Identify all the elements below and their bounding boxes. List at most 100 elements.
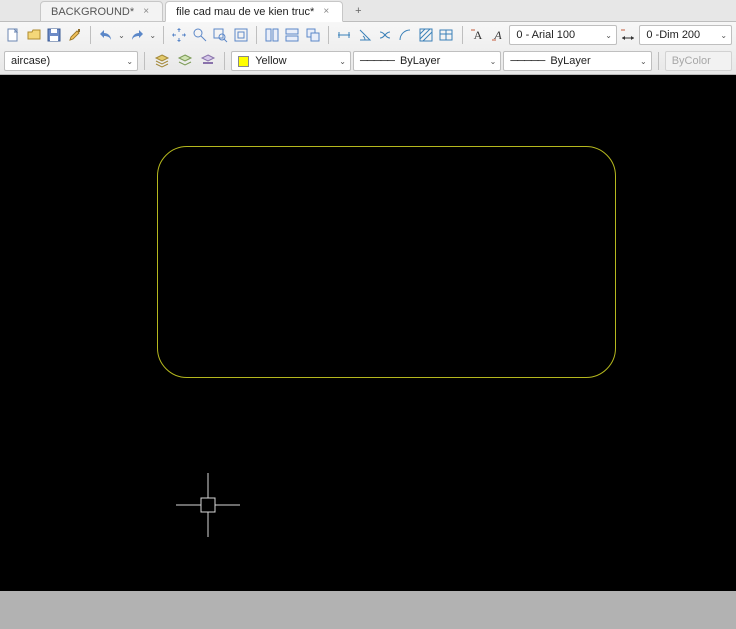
layer-state-button[interactable]	[197, 51, 218, 71]
color-swatch	[238, 56, 249, 67]
text-style-combo[interactable]: 0 - Arial 100 ⌄	[509, 25, 617, 45]
dim-angular-icon	[357, 27, 373, 43]
chevron-down-icon: ⌄	[720, 31, 727, 40]
dim-linear-icon	[336, 27, 352, 43]
redo-button[interactable]	[128, 25, 146, 45]
dimension-icon	[620, 27, 636, 43]
tile-vert-icon	[264, 27, 280, 43]
separator	[224, 52, 225, 70]
chevron-down-icon: ⌄	[605, 31, 612, 40]
swap-icon	[377, 27, 393, 43]
color-combo[interactable]: Yellow ⌄	[231, 51, 351, 71]
tab-label: BACKGROUND*	[51, 6, 134, 18]
new-icon	[5, 27, 21, 43]
table-icon	[438, 27, 454, 43]
combo-value: 0 -Dim 200	[646, 29, 700, 41]
layers-icon	[154, 53, 170, 69]
text-style-a-button[interactable]: A	[468, 25, 486, 45]
save-icon	[46, 27, 62, 43]
arc-icon	[397, 27, 413, 43]
layer-iso-icon	[177, 53, 193, 69]
zoom-icon	[192, 27, 208, 43]
brush-icon	[67, 27, 83, 43]
table-button[interactable]	[437, 25, 455, 45]
line-icon: ─────	[510, 55, 544, 67]
rounded-rectangle-shape	[157, 146, 616, 378]
close-icon[interactable]: ×	[140, 6, 152, 17]
undo-button[interactable]	[97, 25, 115, 45]
drawing-canvas[interactable]	[0, 75, 736, 591]
save-button[interactable]	[45, 25, 63, 45]
tab-filecad[interactable]: file cad mau de ve kien truc* ×	[165, 1, 343, 22]
toolbar-row-1: ⌄ ⌄	[0, 22, 736, 48]
dimangular-button[interactable]	[355, 25, 373, 45]
separator	[90, 26, 91, 44]
combo-value: ByColor	[672, 55, 711, 67]
separator	[462, 26, 463, 44]
undo-icon	[98, 27, 114, 43]
cascade-icon	[305, 27, 321, 43]
text-a-icon: A	[470, 27, 486, 43]
combo-value: ByLayer	[400, 55, 440, 67]
brush-button[interactable]	[65, 25, 83, 45]
pan-icon	[171, 27, 187, 43]
toolbar-row-2: aircase) ⌄ Yellow	[0, 48, 736, 74]
hatch-button[interactable]	[417, 25, 435, 45]
combo-value: ByLayer	[550, 55, 590, 67]
plotstyle-combo: ByColor	[665, 51, 732, 71]
dimension-style-button[interactable]	[619, 25, 637, 45]
status-strip	[0, 591, 736, 629]
zoom-extents-icon	[233, 27, 249, 43]
tab-background[interactable]: BACKGROUND* ×	[40, 1, 163, 22]
linetype-combo[interactable]: ───── ByLayer ⌄	[353, 51, 501, 71]
hatch-icon	[418, 27, 434, 43]
document-tabbar: BACKGROUND* × file cad mau de ve kien tr…	[0, 0, 736, 22]
text-a2-icon: A	[490, 27, 506, 43]
zoom-window-button[interactable]	[211, 25, 229, 45]
separator	[163, 26, 164, 44]
cursor-crosshair	[176, 473, 240, 537]
tile-horiz-icon	[284, 27, 300, 43]
chevron-down-icon: ⌄	[339, 57, 346, 66]
layer-combo[interactable]: aircase) ⌄	[4, 51, 138, 71]
tile-horiz-button[interactable]	[283, 25, 301, 45]
open-button[interactable]	[24, 25, 42, 45]
separator	[144, 52, 145, 70]
redo-more-button[interactable]: ⌄	[148, 25, 157, 45]
text-style-a2-button[interactable]: A	[489, 25, 507, 45]
chevron-down-icon: ⌄	[118, 31, 125, 40]
close-icon[interactable]: ×	[320, 6, 332, 17]
dimlinear-button[interactable]	[335, 25, 353, 45]
swap-button[interactable]	[376, 25, 394, 45]
layer-iso-button[interactable]	[174, 51, 195, 71]
new-tab-button[interactable]: +	[345, 0, 371, 21]
redo-icon	[129, 27, 145, 43]
svg-text:A: A	[473, 28, 482, 42]
zoom-button[interactable]	[190, 25, 208, 45]
chevron-down-icon: ⌄	[490, 57, 497, 66]
tile-vert-button[interactable]	[263, 25, 281, 45]
layer-state-icon	[200, 53, 216, 69]
undo-more-button[interactable]: ⌄	[117, 25, 126, 45]
layer-manager-button[interactable]	[151, 51, 172, 71]
cascade-button[interactable]	[304, 25, 322, 45]
lineweight-combo[interactable]: ───── ByLayer ⌄	[503, 51, 651, 71]
new-button[interactable]	[4, 25, 22, 45]
pan-button[interactable]	[170, 25, 188, 45]
line-icon: ─────	[360, 55, 394, 67]
chevron-down-icon: ⌄	[149, 31, 156, 40]
combo-value: aircase)	[11, 55, 50, 67]
combo-value: Yellow	[255, 55, 286, 67]
toolbars: ⌄ ⌄	[0, 22, 736, 75]
zoom-extents-button[interactable]	[231, 25, 249, 45]
separator	[658, 52, 659, 70]
chevron-down-icon: ⌄	[640, 57, 647, 66]
separator	[256, 26, 257, 44]
zoom-window-icon	[212, 27, 228, 43]
dim-style-combo[interactable]: 0 -Dim 200 ⌄	[639, 25, 732, 45]
chevron-down-icon: ⌄	[126, 57, 133, 66]
arc-button[interactable]	[396, 25, 414, 45]
separator	[328, 26, 329, 44]
combo-value: 0 - Arial 100	[516, 29, 575, 41]
open-icon	[26, 27, 42, 43]
